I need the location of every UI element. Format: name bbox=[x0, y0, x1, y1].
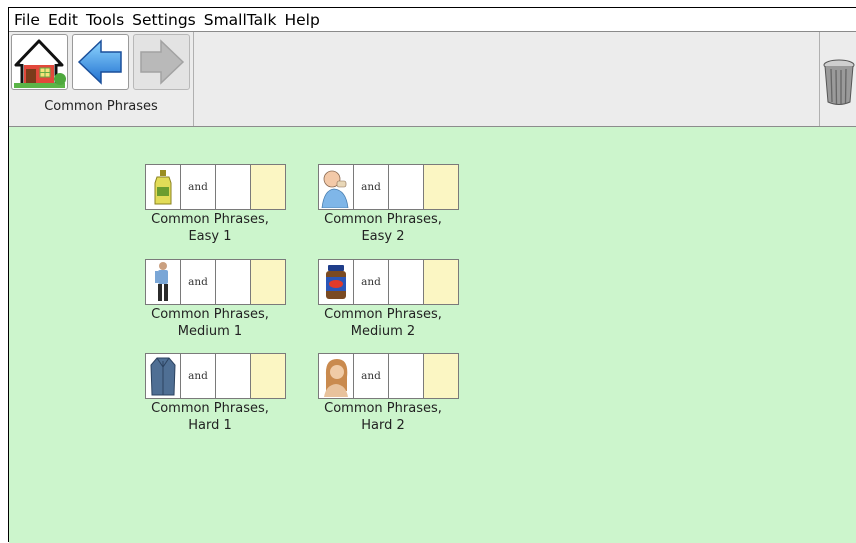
empty-cell bbox=[215, 164, 251, 210]
caption-line-1: Common Phrases, bbox=[151, 401, 269, 416]
caption-line-1: Common Phrases, bbox=[324, 307, 442, 322]
phrase-set-caption: Common Phrases, Medium 2 bbox=[303, 306, 463, 340]
back-arrow-icon bbox=[77, 39, 122, 85]
house-icon bbox=[14, 39, 66, 88]
trash-panel bbox=[819, 32, 856, 126]
end-cell bbox=[250, 353, 286, 399]
picture-cell bbox=[145, 164, 181, 210]
man-eating-icon bbox=[321, 170, 349, 208]
oil-bottle-icon bbox=[154, 170, 172, 205]
phrase-set-caption: Common Phrases, Easy 1 bbox=[130, 211, 290, 245]
phrase-set-medium-2[interactable]: and Common Phrases, Medium 2 bbox=[317, 259, 477, 343]
coat-icon bbox=[150, 357, 176, 396]
forward-button[interactable] bbox=[133, 34, 190, 90]
phrase-set-caption: Common Phrases, Easy 2 bbox=[303, 211, 463, 245]
connector-cell: and bbox=[353, 353, 389, 399]
trash-can-icon[interactable] bbox=[823, 58, 855, 106]
caption-line-2: Medium 2 bbox=[350, 324, 416, 339]
breadcrumb: Common Phrases bbox=[44, 99, 158, 114]
connector-cell: and bbox=[180, 353, 216, 399]
end-cell bbox=[423, 164, 459, 210]
toolbar: Common Phrases bbox=[9, 32, 856, 127]
menu-edit[interactable]: Edit bbox=[45, 9, 81, 31]
end-cell bbox=[423, 259, 459, 305]
navigation-panel: Common Phrases bbox=[9, 32, 194, 126]
connector-cell: and bbox=[180, 164, 216, 210]
empty-cell bbox=[388, 353, 424, 399]
woman-with-hair-icon bbox=[324, 359, 348, 397]
phrase-sets-area: and Common Phrases, Easy 1 and Common Ph… bbox=[9, 127, 856, 543]
sentence-strip: and bbox=[145, 164, 289, 210]
connector-cell: and bbox=[353, 164, 389, 210]
phrase-set-caption: Common Phrases, Hard 2 bbox=[303, 400, 463, 434]
end-cell bbox=[250, 259, 286, 305]
peanut-butter-jar-icon bbox=[326, 265, 346, 299]
menu-help[interactable]: Help bbox=[281, 9, 322, 31]
picture-cell bbox=[145, 353, 181, 399]
end-cell bbox=[250, 164, 286, 210]
sentence-strip: and bbox=[145, 353, 289, 399]
menu-tools[interactable]: Tools bbox=[83, 9, 127, 31]
caption-line-1: Common Phrases, bbox=[151, 307, 269, 322]
caption-line-2: Medium 1 bbox=[177, 324, 243, 339]
empty-cell bbox=[388, 259, 424, 305]
menu-smalltalk[interactable]: SmallTalk bbox=[201, 9, 280, 31]
empty-cell bbox=[215, 353, 251, 399]
app-window: File Edit Tools Settings SmallTalk Help bbox=[8, 7, 856, 543]
caption-line-1: Common Phrases, bbox=[151, 212, 269, 227]
picture-cell bbox=[318, 259, 354, 305]
sentence-strip: and bbox=[318, 353, 462, 399]
sentence-strip: and bbox=[318, 259, 462, 305]
phrase-set-caption: Common Phrases, Hard 1 bbox=[130, 400, 290, 434]
end-cell bbox=[423, 353, 459, 399]
picture-cell bbox=[318, 164, 354, 210]
caption-line-2: Easy 1 bbox=[188, 229, 232, 244]
standing-man-icon bbox=[155, 262, 168, 301]
picture-cell bbox=[318, 353, 354, 399]
sentence-strip: and bbox=[318, 164, 462, 210]
menu-bar: File Edit Tools Settings SmallTalk Help bbox=[9, 8, 856, 32]
caption-line-1: Common Phrases, bbox=[324, 401, 442, 416]
caption-line-1: Common Phrases, bbox=[324, 212, 442, 227]
menu-file[interactable]: File bbox=[11, 9, 43, 31]
connector-cell: and bbox=[353, 259, 389, 305]
phrase-set-easy-1[interactable]: and Common Phrases, Easy 1 bbox=[144, 164, 304, 248]
empty-cell bbox=[388, 164, 424, 210]
menu-settings[interactable]: Settings bbox=[129, 9, 199, 31]
connector-cell: and bbox=[180, 259, 216, 305]
phrase-set-caption: Common Phrases, Medium 1 bbox=[130, 306, 290, 340]
empty-cell bbox=[215, 259, 251, 305]
back-button[interactable] bbox=[72, 34, 129, 90]
phrase-set-medium-1[interactable]: and Common Phrases, Medium 1 bbox=[144, 259, 304, 343]
phrase-set-easy-2[interactable]: and Common Phrases, Easy 2 bbox=[317, 164, 477, 248]
phrase-set-hard-1[interactable]: and Common Phrases, Hard 1 bbox=[144, 353, 304, 437]
caption-line-2: Hard 2 bbox=[361, 418, 405, 433]
phrase-set-hard-2[interactable]: and Common Phrases, Hard 2 bbox=[317, 353, 477, 437]
sentence-strip: and bbox=[145, 259, 289, 305]
forward-arrow-icon bbox=[140, 39, 185, 85]
caption-line-2: Easy 2 bbox=[361, 229, 405, 244]
caption-line-2: Hard 1 bbox=[188, 418, 232, 433]
picture-cell bbox=[145, 259, 181, 305]
home-button[interactable] bbox=[11, 34, 68, 90]
